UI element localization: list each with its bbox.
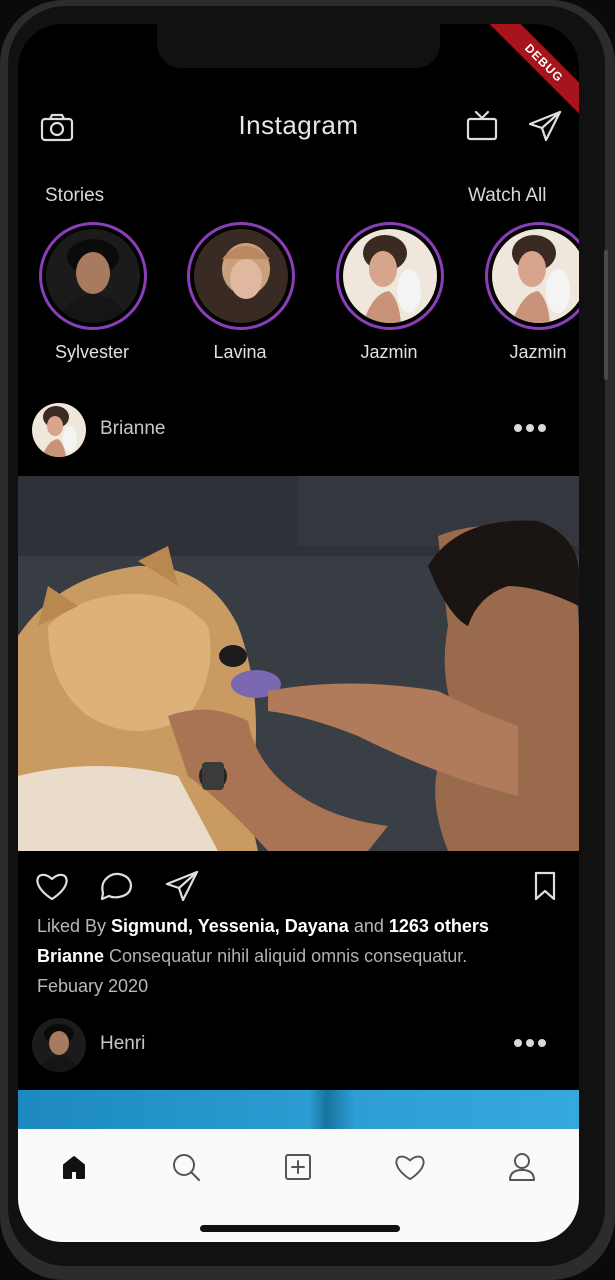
liked-others[interactable]: 1263 others <box>389 916 489 936</box>
story-avatar <box>343 229 437 323</box>
story-item[interactable]: Jazmin <box>336 222 446 362</box>
story-item[interactable]: Lavina <box>187 222 297 362</box>
post-date: Febuary 2020 <box>37 976 149 996</box>
story-ring <box>187 222 295 330</box>
more-icon[interactable] <box>514 1039 546 1047</box>
heart-icon[interactable] <box>390 1147 430 1187</box>
liked-prefix: Liked By <box>37 916 112 936</box>
home-icon[interactable] <box>54 1147 94 1187</box>
add-icon[interactable] <box>278 1147 318 1187</box>
story-avatar <box>194 229 288 323</box>
search-icon[interactable] <box>166 1147 206 1187</box>
story-name: Lavina <box>213 342 267 362</box>
post-caption: Brianne Consequatur nihil aliquid omnis … <box>37 946 467 967</box>
caption-username[interactable]: Brianne <box>37 946 104 966</box>
liked-names[interactable]: Sigmund, Yessenia, Dayana <box>111 916 349 936</box>
post-avatar[interactable] <box>32 403 86 457</box>
send-icon[interactable] <box>163 869 201 903</box>
notch <box>157 24 440 68</box>
scrollbar[interactable] <box>604 250 608 380</box>
home-indicator <box>200 1225 400 1232</box>
story-name: Jazmin <box>360 342 418 362</box>
post-image[interactable] <box>18 476 579 851</box>
liked-mid: and <box>348 916 389 936</box>
heart-icon[interactable] <box>34 869 70 903</box>
story-item[interactable]: Sylvester <box>39 222 149 362</box>
story-ring <box>39 222 147 330</box>
app-screen: DEBUG Instagram Stories Watch All Sylves… <box>18 24 579 1242</box>
caption-text: Consequatur nihil aliquid omnis consequa… <box>104 946 468 966</box>
post-header: Henri <box>18 1014 579 1074</box>
story-avatar <box>492 229 579 323</box>
story-name: Jazmin <box>509 342 567 362</box>
story-name: Sylvester <box>54 342 130 362</box>
bookmark-icon[interactable] <box>530 869 560 903</box>
bottom-nav <box>18 1129 579 1242</box>
story-ring <box>485 222 579 330</box>
send-icon[interactable] <box>526 108 564 144</box>
post-username[interactable]: Brianne <box>100 418 166 440</box>
more-icon[interactable] <box>514 424 546 432</box>
stories-title: Stories <box>45 185 105 206</box>
likes-text: Liked By Sigmund, Yessenia, Dayana and 1… <box>37 916 489 937</box>
tv-icon[interactable] <box>464 108 500 144</box>
post-image[interactable] <box>18 1090 579 1130</box>
post-avatar[interactable] <box>32 1018 86 1072</box>
story-item[interactable]: Jazmin <box>485 222 579 362</box>
profile-icon[interactable] <box>502 1147 542 1187</box>
post-actions <box>18 867 579 907</box>
story-avatar <box>46 229 140 323</box>
post-username[interactable]: Henri <box>100 1033 145 1055</box>
post-header: Brianne <box>18 399 579 459</box>
watch-all-link[interactable]: Watch All <box>468 185 547 207</box>
story-ring <box>336 222 444 330</box>
comment-icon[interactable] <box>98 869 134 903</box>
